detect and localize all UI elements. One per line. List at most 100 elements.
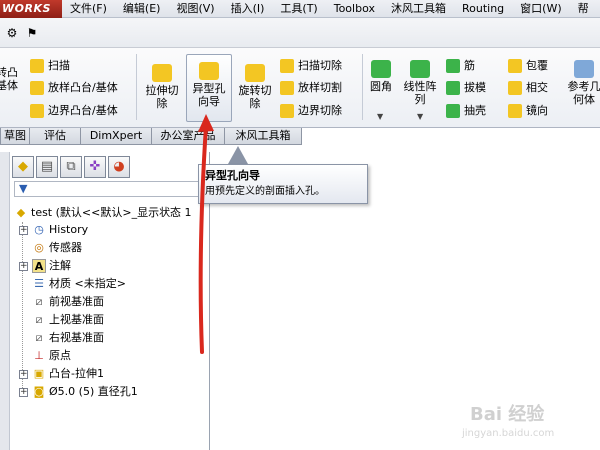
sweep-label: 扫描: [48, 59, 70, 72]
expand-annotations-icon[interactable]: +: [19, 262, 28, 271]
tab-sketch[interactable]: 草图: [0, 128, 30, 145]
pattern-dropdown-icon[interactable]: ▼: [417, 112, 423, 121]
feature-manager-tab-icon[interactable]: ◆: [12, 156, 34, 178]
dimxpert-manager-tab-icon[interactable]: ✜: [84, 156, 106, 178]
hole-wizard-button[interactable]: 异型孔 向导: [188, 62, 230, 108]
menu-view[interactable]: 视图(V): [168, 0, 222, 18]
expand-hole-icon[interactable]: +: [19, 388, 28, 397]
wrap-button[interactable]: 包覆: [508, 58, 548, 74]
boundary-cut-button[interactable]: 边界切除: [280, 103, 342, 119]
tab-dimxpert[interactable]: DimXpert: [80, 128, 152, 145]
filter-icon: ▼: [19, 182, 28, 195]
revolve-cut-button[interactable]: 旋转切 除: [234, 64, 276, 110]
rib-button[interactable]: 筋: [446, 58, 475, 74]
reference-label-2: 何体: [573, 93, 595, 106]
shell-label: 抽壳: [464, 104, 486, 117]
tree-item-label: 前视基准面: [49, 295, 104, 308]
tree-item-boss-extrude[interactable]: ▣ 凸台-拉伸1: [32, 365, 104, 383]
tree-filter-input[interactable]: ▼: [14, 181, 208, 197]
pane-left-edge: [0, 152, 10, 450]
hole-feature-icon: ◙: [33, 385, 45, 398]
linear-pattern-button[interactable]: 线性阵 列: [400, 60, 440, 106]
part-icon: ◆: [16, 206, 26, 219]
mirror-icon: [508, 104, 522, 118]
menu-window[interactable]: 窗口(W): [512, 0, 569, 18]
draft-icon: [446, 81, 460, 95]
tab-evaluate[interactable]: 评估: [29, 128, 81, 145]
plane-icon: ⧄: [35, 331, 43, 344]
menu-tools[interactable]: 工具(T): [272, 0, 325, 18]
draft-button[interactable]: 拔模: [446, 80, 486, 96]
menu-help[interactable]: 帮: [570, 0, 597, 18]
tab-office-products[interactable]: 办公室产品: [151, 128, 225, 145]
intersect-label: 相交: [526, 81, 548, 94]
hole-wizard-label-1: 异型孔: [192, 82, 226, 95]
tab-mufeng-toolbox[interactable]: 沐风工具箱: [224, 128, 302, 145]
mirror-button[interactable]: 镜向: [508, 103, 548, 119]
revolve-boss-button[interactable]: 转凸 基体: [0, 66, 20, 92]
sweep-cut-label: 扫描切除: [298, 59, 342, 72]
tree-item-right-plane[interactable]: ⧄ 右视基准面: [32, 329, 105, 347]
expand-history-icon[interactable]: +: [19, 226, 28, 235]
boss-extrude-icon: ▣: [33, 367, 45, 380]
tree-item-label: 材质 <未指定>: [49, 277, 126, 290]
rebuild-icon[interactable]: ⚑: [24, 26, 40, 40]
menu-insert[interactable]: 插入(I): [223, 0, 273, 18]
tree-item-history[interactable]: ◷ History: [32, 221, 88, 239]
reference-geometry-button[interactable]: 参考几 何体: [566, 60, 600, 106]
rib-label: 筋: [464, 59, 475, 72]
menu-file[interactable]: 文件(F): [62, 0, 115, 18]
watermark-url: jingyan.baidu.com: [462, 428, 555, 439]
hole-wizard-label-2: 向导: [198, 95, 220, 108]
sweep-cut-button[interactable]: 扫描切除: [280, 58, 342, 74]
loft-boss-button[interactable]: 放样凸台/基体: [30, 80, 118, 96]
watermark-logo: Bai 经验: [470, 404, 545, 425]
tooltip-title: 异型孔向导: [205, 169, 260, 182]
expand-boss-extrude-icon[interactable]: +: [19, 370, 28, 379]
revolve-boss-label-2: 基体: [0, 79, 18, 92]
tree-root-part[interactable]: ◆ test (默认<<默认>_显示状态 1: [14, 204, 192, 222]
tree-item-annotations[interactable]: A 注解: [32, 257, 71, 275]
tooltip-pointer: [228, 146, 248, 164]
options-icon[interactable]: ⚙: [4, 26, 20, 40]
tree-item-top-plane[interactable]: ⧄ 上视基准面: [32, 311, 105, 329]
shell-icon: [446, 104, 460, 118]
configuration-manager-tab-icon[interactable]: ⧉: [60, 156, 82, 178]
tree-item-origin[interactable]: ⊥ 原点: [32, 347, 71, 365]
intersect-button[interactable]: 相交: [508, 80, 548, 96]
tree-item-material[interactable]: ☰ 材质 <未指定>: [32, 275, 126, 293]
wrap-label: 包覆: [526, 59, 548, 72]
fillet-button[interactable]: 圆角: [366, 60, 396, 93]
tree-item-label: History: [49, 223, 89, 236]
boundary-boss-button[interactable]: 边界凸台/基体: [30, 103, 118, 119]
menu-toolbox[interactable]: Toolbox: [326, 0, 383, 18]
property-manager-tab-icon[interactable]: ▤: [36, 156, 58, 178]
shell-button[interactable]: 抽壳: [446, 103, 486, 119]
tree-item-label: 注解: [49, 259, 71, 272]
loft-cut-button[interactable]: 放样切割: [280, 80, 342, 96]
command-manager-tabs: 草图 评估 DimXpert 办公室产品 沐风工具箱: [0, 128, 305, 145]
menu-routing[interactable]: Routing: [454, 0, 512, 18]
menu-mufeng[interactable]: 沐风工具箱: [383, 0, 454, 18]
tree-item-front-plane[interactable]: ⧄ 前视基准面: [32, 293, 105, 311]
sensor-icon: ◎: [34, 241, 44, 254]
tree-item-label: 上视基准面: [49, 313, 104, 326]
fillet-dropdown-icon[interactable]: ▼: [377, 112, 383, 121]
rib-icon: [446, 59, 460, 73]
loft-cut-label: 放样切割: [298, 81, 342, 94]
extrude-cut-button[interactable]: 拉伸切 除: [142, 64, 182, 110]
app-logo: WORKS: [0, 0, 62, 18]
history-icon: ◷: [34, 223, 44, 236]
linear-pattern-icon: [410, 60, 430, 78]
tooltip-body: 用预先定义的剖面插入孔。: [205, 186, 325, 197]
extrude-cut-label-2: 除: [156, 97, 168, 110]
tree-item-hole[interactable]: ◙ Ø5.0 (5) 直径孔1: [32, 383, 138, 401]
menu-bar: WORKS 文件(F) 编辑(E) 视图(V) 插入(I) 工具(T) Tool…: [0, 0, 600, 18]
tree-item-sensors[interactable]: ◎ 传感器: [32, 239, 82, 257]
sweep-button[interactable]: 扫描: [30, 58, 70, 74]
revolve-cut-label-2: 除: [249, 97, 261, 110]
material-icon: ☰: [34, 277, 44, 290]
menu-edit[interactable]: 编辑(E): [115, 0, 169, 18]
boundary-cut-label: 边界切除: [298, 104, 342, 117]
display-manager-tab-icon[interactable]: ◕: [108, 156, 130, 178]
